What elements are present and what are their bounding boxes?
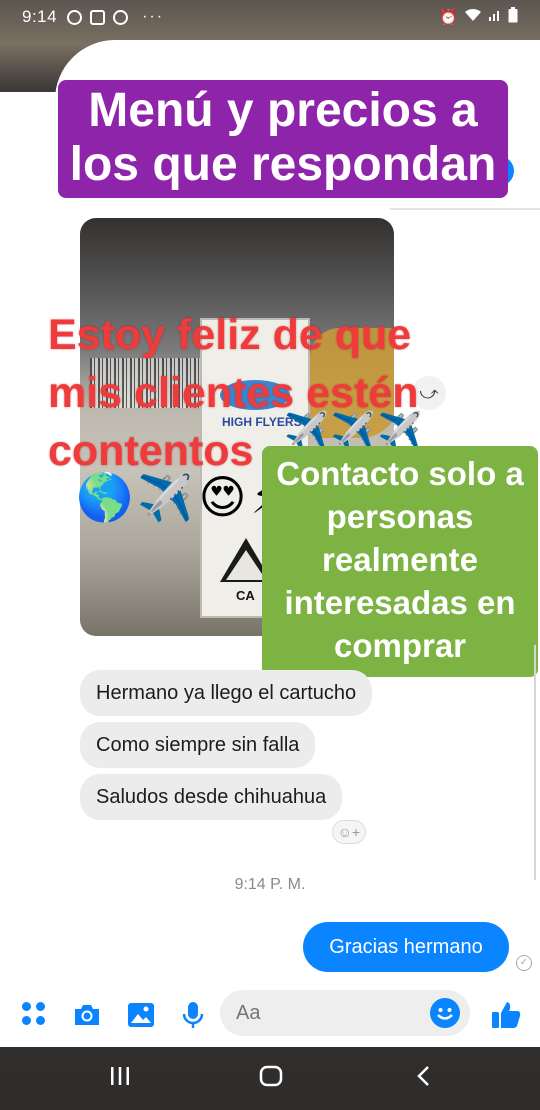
more-notifications: ··· xyxy=(142,8,165,25)
battery-icon xyxy=(508,7,518,27)
message-composer xyxy=(0,990,540,1040)
photo-ca-label: CA xyxy=(236,588,255,603)
sent-check-icon: ✓ xyxy=(516,955,532,971)
more-actions-icon[interactable] xyxy=(22,1000,52,1030)
thumbs-up-icon[interactable] xyxy=(490,1000,521,1030)
incoming-message[interactable]: Hermano ya llego el cartucho xyxy=(80,670,373,716)
status-bar: 9:14 ··· ⏰ xyxy=(0,0,540,34)
home-icon[interactable] xyxy=(258,1064,284,1095)
camera-icon[interactable] xyxy=(72,1000,102,1030)
system-navigation-bar xyxy=(0,1050,540,1110)
facebook-icon xyxy=(113,9,129,25)
add-reaction-button[interactable]: ☺+ xyxy=(332,820,366,844)
wifi-icon xyxy=(464,8,482,26)
outgoing-message[interactable]: Gracias hermano xyxy=(303,922,509,972)
incoming-message[interactable]: Saludos desde chihuahua xyxy=(80,774,343,820)
microphone-icon[interactable] xyxy=(178,1000,208,1030)
emoji-icon[interactable] xyxy=(430,998,460,1028)
emoji-row: 🌎✈️😍⚡ xyxy=(76,471,287,523)
whatsapp-icon xyxy=(67,9,83,25)
notification-icons xyxy=(67,9,129,25)
status-time: 9:14 xyxy=(22,7,58,26)
recent-apps-icon[interactable] xyxy=(108,1064,132,1095)
back-icon[interactable] xyxy=(412,1064,436,1095)
alarm-icon: ⏰ xyxy=(439,9,458,26)
cannabis-warning-triangle-inner xyxy=(226,550,266,580)
signal-icon xyxy=(488,8,502,26)
gallery-icon[interactable] xyxy=(126,1000,156,1030)
header-divider xyxy=(390,208,540,210)
message-timestamp: 9:14 P. M. xyxy=(234,876,306,893)
mail-icon xyxy=(90,9,106,25)
incoming-message[interactable]: Como siempre sin falla xyxy=(80,722,316,768)
system-icons: ⏰ xyxy=(439,7,518,27)
green-banner: Contacto solo a personas realmente inter… xyxy=(262,446,538,677)
purple-banner: Menú y precios a los que respondan xyxy=(58,80,508,198)
scroll-edge xyxy=(534,645,536,880)
